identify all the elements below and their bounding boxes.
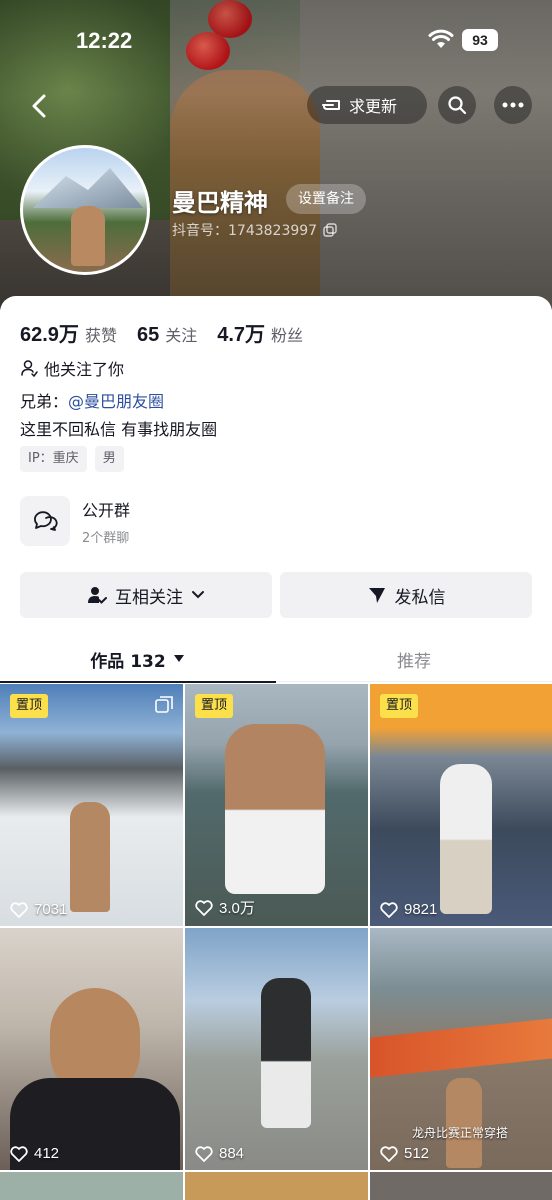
- stats-row: 62.9万 获赞 65 关注 4.7万 粉丝: [20, 318, 303, 347]
- video-thumbnail[interactable]: 龙舟比赛正常穿搭 512: [370, 928, 552, 1170]
- heart-icon: [380, 1145, 398, 1162]
- video-thumbnail[interactable]: 412: [0, 928, 183, 1170]
- chevron-down-icon: [192, 591, 204, 599]
- send-message-label: 发私信: [394, 587, 446, 608]
- user-check-icon: [88, 587, 107, 604]
- video-thumbnail[interactable]: [185, 1172, 368, 1200]
- follows-you-text: 他关注了你: [44, 360, 125, 379]
- tab-recommend[interactable]: 推荐: [276, 636, 552, 682]
- stat-followers-num: 4.7万: [217, 324, 266, 346]
- profile-name: 曼巴精神: [172, 189, 268, 217]
- video-thumbnail[interactable]: 置顶 3.0万: [185, 684, 368, 926]
- ip-tag: IP：重庆: [20, 446, 87, 472]
- caret-down-icon: [173, 655, 184, 662]
- stat-followers[interactable]: 4.7万 粉丝: [217, 318, 303, 347]
- video-thumbnail[interactable]: 置顶 9821: [370, 684, 552, 926]
- request-update-label: 求更新: [349, 97, 398, 116]
- copy-icon: [323, 223, 337, 237]
- tab-works[interactable]: 作品 132: [0, 636, 276, 683]
- stat-following-label: 关注: [165, 326, 198, 345]
- pinned-badge: 置顶: [10, 694, 49, 718]
- bio-line-1: 兄弟：@曼巴朋友圈: [20, 388, 164, 412]
- video-likes: 7031: [10, 901, 67, 918]
- content-tabs: 作品 132 推荐: [0, 636, 552, 683]
- mutual-follow-label: 互相关注: [115, 587, 183, 608]
- video-likes-count: 3.0万: [219, 900, 255, 917]
- battery-indicator: 93: [462, 29, 498, 51]
- send-message-button[interactable]: 发私信: [280, 572, 532, 618]
- stat-following-num: 65: [136, 324, 160, 346]
- public-group-entry[interactable]: 公开群 2个群聊: [20, 496, 130, 546]
- user-icon: [21, 360, 38, 377]
- video-likes-count: 884: [219, 1145, 245, 1162]
- set-remark-button[interactable]: 设置备注: [286, 184, 366, 214]
- profile-sheet: 62.9万 获赞 65 关注 4.7万 粉丝 他关注了你 兄弟：@曼巴朋友圈 这…: [0, 296, 552, 1200]
- douyin-id-text: 抖音号：1743823997: [172, 223, 318, 239]
- hand-point-icon: [322, 100, 340, 110]
- profile-tags: IP：重庆 男: [20, 446, 124, 472]
- gender-tag: 男: [94, 446, 124, 472]
- stat-followers-label: 粉丝: [271, 326, 304, 345]
- wifi-icon: [428, 29, 454, 48]
- multi-image-icon: [155, 696, 173, 713]
- search-icon: [448, 96, 467, 115]
- group-title: 公开群: [82, 500, 131, 520]
- request-update-button[interactable]: 求更新: [307, 86, 427, 124]
- video-thumbnail[interactable]: 置顶 7031: [0, 684, 183, 926]
- bio-mention-link[interactable]: @曼巴朋友圈: [68, 392, 164, 411]
- status-time: 12:22: [76, 28, 133, 53]
- heart-icon: [10, 901, 28, 918]
- pinned-badge: 置顶: [380, 694, 419, 718]
- bio-line-2: 这里不回私信 有事找朋友圈: [20, 420, 218, 439]
- stat-likes-label: 获赞: [84, 326, 117, 345]
- douyin-id[interactable]: 抖音号：1743823997: [172, 220, 337, 240]
- video-likes-count: 7031: [34, 901, 68, 918]
- video-thumbnail[interactable]: 884: [185, 928, 368, 1170]
- video-likes: 512: [380, 1145, 429, 1162]
- heart-icon: [10, 1145, 28, 1162]
- video-thumbnail[interactable]: [0, 1172, 183, 1200]
- video-likes: 884: [195, 1145, 244, 1162]
- video-caption: 龙舟比赛正常穿搭: [412, 1126, 509, 1140]
- tab-works-label: 作品 132: [90, 651, 166, 672]
- more-dots-icon: [502, 102, 524, 108]
- video-likes: 3.0万: [195, 897, 255, 918]
- stat-likes: 62.9万 获赞: [20, 318, 117, 347]
- video-likes-count: 412: [34, 1145, 60, 1162]
- video-thumbnail[interactable]: [370, 1172, 552, 1200]
- send-icon: [368, 588, 385, 603]
- more-button[interactable]: [494, 86, 532, 124]
- stat-following[interactable]: 65 关注: [137, 322, 197, 347]
- back-button[interactable]: [24, 88, 56, 124]
- group-subtitle: 2个群聊: [82, 530, 130, 546]
- chevron-left-icon: [32, 94, 46, 118]
- group-chat-icon: [20, 496, 70, 546]
- mutual-follow-button[interactable]: 互相关注: [20, 572, 272, 618]
- pinned-badge: 置顶: [195, 694, 234, 718]
- bio-prefix: 兄弟：: [20, 392, 69, 411]
- status-bar: 12:22 93: [0, 0, 552, 80]
- stat-likes-num: 62.9万: [20, 324, 79, 346]
- heart-icon: [380, 901, 398, 918]
- follows-you-row: 他关注了你: [20, 356, 124, 380]
- search-button[interactable]: [438, 86, 476, 124]
- video-likes-count: 9821: [404, 901, 438, 918]
- heart-icon: [195, 1145, 213, 1162]
- video-likes-count: 512: [404, 1145, 430, 1162]
- avatar[interactable]: [20, 145, 150, 275]
- video-likes: 412: [10, 1145, 59, 1162]
- heart-icon: [195, 899, 213, 916]
- video-likes: 9821: [380, 901, 437, 918]
